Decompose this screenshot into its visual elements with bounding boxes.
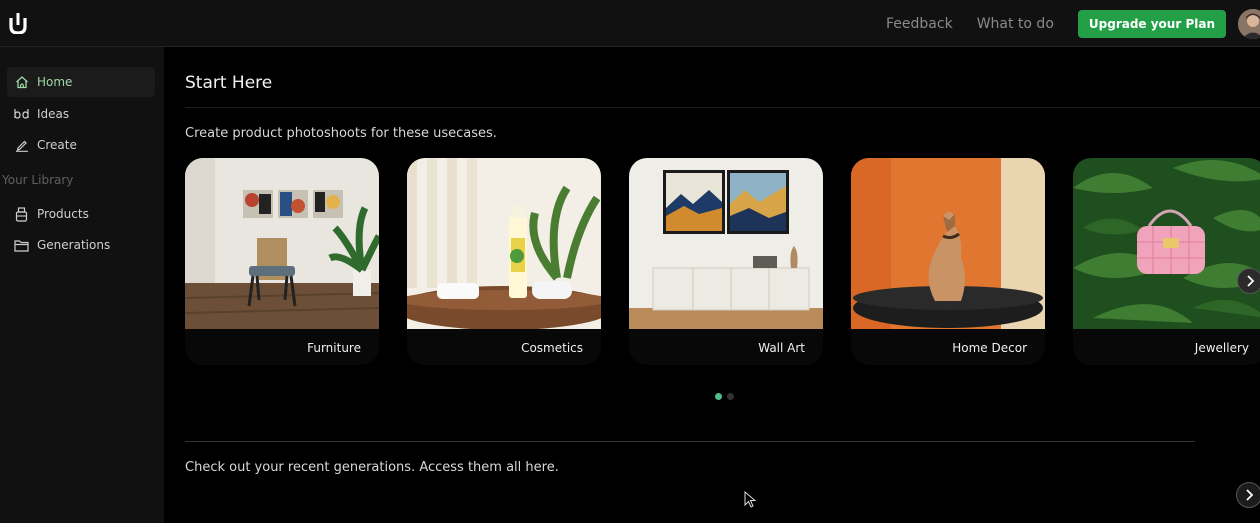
card-label: Home Decor (952, 341, 1027, 355)
divider (185, 107, 1260, 108)
sidebar-item-create[interactable]: Create (7, 130, 155, 160)
furniture-image (185, 158, 379, 329)
card-label: Furniture (307, 341, 361, 355)
usecase-card-jewellery[interactable]: Jewellery (1073, 158, 1260, 365)
card-label: Cosmetics (521, 341, 583, 355)
ideas-icon (14, 107, 29, 122)
page-title: Start Here (185, 73, 273, 93)
what-to-do-link[interactable]: What to do (977, 16, 1054, 32)
home-icon (14, 75, 29, 90)
chevron-right-icon (1247, 275, 1255, 287)
usecase-card-home-decor[interactable]: Home Decor (851, 158, 1045, 365)
recent-next-button[interactable] (1236, 482, 1260, 508)
sidebar-item-label: Generations (37, 238, 111, 252)
sidebar-item-generations[interactable]: Generations (7, 230, 155, 260)
main-content: Start Here Create product photoshoots fo… (164, 47, 1260, 523)
top-nav: Feedback What to do Upgrade your Plan (886, 0, 1260, 47)
library-section-label: Your Library (2, 173, 74, 187)
wall-art-image (629, 158, 823, 329)
product-icon (14, 206, 29, 222)
jewellery-image (1073, 158, 1260, 329)
mouse-cursor-icon (744, 491, 756, 508)
usecase-card-cosmetics[interactable]: Cosmetics (407, 158, 601, 365)
carousel-pagination (715, 393, 739, 400)
carousel-dot[interactable] (727, 393, 734, 400)
carousel-next-button[interactable] (1237, 268, 1260, 294)
sidebar-item-label: Create (37, 138, 77, 152)
card-label: Wall Art (758, 341, 805, 355)
upgrade-plan-button[interactable]: Upgrade your Plan (1077, 9, 1226, 38)
avatar[interactable] (1238, 8, 1260, 39)
cosmetics-image (407, 158, 601, 329)
card-label: Jewellery (1194, 341, 1249, 355)
sidebar-item-ideas[interactable]: Ideas (7, 99, 155, 129)
u-logo-icon[interactable] (9, 12, 27, 34)
sidebar-item-home[interactable]: Home (7, 67, 155, 97)
carousel-dot[interactable] (715, 393, 722, 400)
folder-icon (14, 238, 29, 253)
divider (185, 441, 1195, 442)
section-subtitle: Create product photoshoots for these use… (185, 126, 497, 141)
pencil-icon (14, 138, 29, 153)
sidebar-item-label: Ideas (37, 107, 70, 121)
usecase-card-wall-art[interactable]: Wall Art (629, 158, 823, 365)
chevron-right-icon (1246, 489, 1254, 501)
feedback-link[interactable]: Feedback (886, 16, 953, 32)
usecase-card-furniture[interactable]: Furniture (185, 158, 379, 365)
recent-generations-text: Check out your recent generations. Acces… (185, 460, 559, 475)
top-bar: Feedback What to do Upgrade your Plan (0, 0, 1260, 47)
sidebar-item-label: Home (37, 75, 73, 89)
sidebar: Home Ideas Create Your Library Products … (0, 47, 164, 523)
sidebar-item-products[interactable]: Products (7, 199, 155, 229)
home-decor-image (851, 158, 1045, 329)
sidebar-item-label: Products (37, 207, 89, 221)
